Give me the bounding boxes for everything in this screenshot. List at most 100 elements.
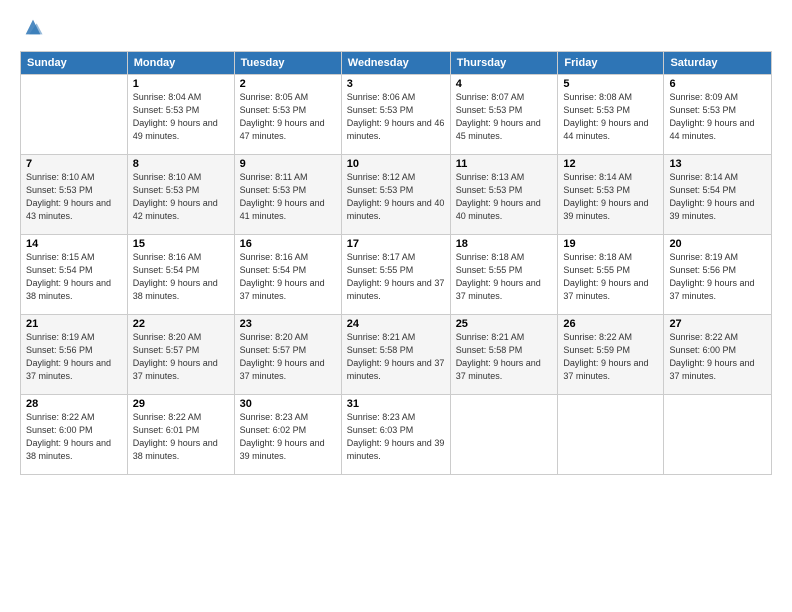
calendar-cell: 20Sunrise: 8:19 AM Sunset: 5:56 PM Dayli… <box>664 235 772 315</box>
weekday-header-sunday: Sunday <box>21 52 128 75</box>
calendar-cell: 7Sunrise: 8:10 AM Sunset: 5:53 PM Daylig… <box>21 155 128 235</box>
day-info: Sunrise: 8:05 AM Sunset: 5:53 PM Dayligh… <box>240 91 336 143</box>
calendar-cell: 11Sunrise: 8:13 AM Sunset: 5:53 PM Dayli… <box>450 155 558 235</box>
calendar-cell: 3Sunrise: 8:06 AM Sunset: 5:53 PM Daylig… <box>341 75 450 155</box>
day-number: 6 <box>669 78 766 90</box>
day-info: Sunrise: 8:19 AM Sunset: 5:56 PM Dayligh… <box>26 331 122 383</box>
weekday-header-friday: Friday <box>558 52 664 75</box>
day-info: Sunrise: 8:14 AM Sunset: 5:53 PM Dayligh… <box>563 171 658 223</box>
calendar-cell: 27Sunrise: 8:22 AM Sunset: 6:00 PM Dayli… <box>664 315 772 395</box>
day-number: 11 <box>456 158 553 170</box>
calendar-cell: 13Sunrise: 8:14 AM Sunset: 5:54 PM Dayli… <box>664 155 772 235</box>
day-number: 14 <box>26 238 122 250</box>
day-number: 25 <box>456 318 553 330</box>
day-number: 9 <box>240 158 336 170</box>
day-number: 30 <box>240 398 336 410</box>
weekday-header-thursday: Thursday <box>450 52 558 75</box>
day-number: 19 <box>563 238 658 250</box>
calendar-cell: 24Sunrise: 8:21 AM Sunset: 5:58 PM Dayli… <box>341 315 450 395</box>
calendar-cell: 18Sunrise: 8:18 AM Sunset: 5:55 PM Dayli… <box>450 235 558 315</box>
calendar-cell: 15Sunrise: 8:16 AM Sunset: 5:54 PM Dayli… <box>127 235 234 315</box>
calendar-cell <box>450 395 558 475</box>
day-info: Sunrise: 8:13 AM Sunset: 5:53 PM Dayligh… <box>456 171 553 223</box>
calendar-cell: 6Sunrise: 8:09 AM Sunset: 5:53 PM Daylig… <box>664 75 772 155</box>
day-info: Sunrise: 8:08 AM Sunset: 5:53 PM Dayligh… <box>563 91 658 143</box>
calendar-cell: 14Sunrise: 8:15 AM Sunset: 5:54 PM Dayli… <box>21 235 128 315</box>
weekday-header-saturday: Saturday <box>664 52 772 75</box>
calendar-cell: 2Sunrise: 8:05 AM Sunset: 5:53 PM Daylig… <box>234 75 341 155</box>
day-number: 29 <box>133 398 229 410</box>
day-info: Sunrise: 8:22 AM Sunset: 6:01 PM Dayligh… <box>133 411 229 463</box>
calendar-cell: 5Sunrise: 8:08 AM Sunset: 5:53 PM Daylig… <box>558 75 664 155</box>
day-number: 4 <box>456 78 553 90</box>
calendar-cell: 17Sunrise: 8:17 AM Sunset: 5:55 PM Dayli… <box>341 235 450 315</box>
day-info: Sunrise: 8:18 AM Sunset: 5:55 PM Dayligh… <box>563 251 658 303</box>
calendar-week-row: 7Sunrise: 8:10 AM Sunset: 5:53 PM Daylig… <box>21 155 772 235</box>
day-info: Sunrise: 8:22 AM Sunset: 5:59 PM Dayligh… <box>563 331 658 383</box>
calendar-cell: 9Sunrise: 8:11 AM Sunset: 5:53 PM Daylig… <box>234 155 341 235</box>
day-number: 31 <box>347 398 445 410</box>
day-number: 5 <box>563 78 658 90</box>
calendar-cell: 8Sunrise: 8:10 AM Sunset: 5:53 PM Daylig… <box>127 155 234 235</box>
calendar-cell: 22Sunrise: 8:20 AM Sunset: 5:57 PM Dayli… <box>127 315 234 395</box>
day-number: 20 <box>669 238 766 250</box>
day-number: 17 <box>347 238 445 250</box>
day-number: 21 <box>26 318 122 330</box>
calendar-week-row: 1Sunrise: 8:04 AM Sunset: 5:53 PM Daylig… <box>21 75 772 155</box>
day-number: 2 <box>240 78 336 90</box>
calendar-cell: 25Sunrise: 8:21 AM Sunset: 5:58 PM Dayli… <box>450 315 558 395</box>
day-number: 13 <box>669 158 766 170</box>
calendar-cell <box>558 395 664 475</box>
weekday-header-row: SundayMondayTuesdayWednesdayThursdayFrid… <box>21 52 772 75</box>
calendar-cell: 26Sunrise: 8:22 AM Sunset: 5:59 PM Dayli… <box>558 315 664 395</box>
day-number: 22 <box>133 318 229 330</box>
day-info: Sunrise: 8:18 AM Sunset: 5:55 PM Dayligh… <box>456 251 553 303</box>
day-info: Sunrise: 8:16 AM Sunset: 5:54 PM Dayligh… <box>240 251 336 303</box>
day-number: 27 <box>669 318 766 330</box>
calendar-cell: 28Sunrise: 8:22 AM Sunset: 6:00 PM Dayli… <box>21 395 128 475</box>
weekday-header-tuesday: Tuesday <box>234 52 341 75</box>
calendar-cell: 12Sunrise: 8:14 AM Sunset: 5:53 PM Dayli… <box>558 155 664 235</box>
calendar-cell: 4Sunrise: 8:07 AM Sunset: 5:53 PM Daylig… <box>450 75 558 155</box>
day-number: 18 <box>456 238 553 250</box>
calendar-cell: 1Sunrise: 8:04 AM Sunset: 5:53 PM Daylig… <box>127 75 234 155</box>
day-info: Sunrise: 8:21 AM Sunset: 5:58 PM Dayligh… <box>456 331 553 383</box>
day-info: Sunrise: 8:23 AM Sunset: 6:02 PM Dayligh… <box>240 411 336 463</box>
weekday-header-monday: Monday <box>127 52 234 75</box>
day-number: 15 <box>133 238 229 250</box>
day-info: Sunrise: 8:15 AM Sunset: 5:54 PM Dayligh… <box>26 251 122 303</box>
calendar-cell <box>664 395 772 475</box>
logo <box>20 16 44 43</box>
calendar-cell: 16Sunrise: 8:16 AM Sunset: 5:54 PM Dayli… <box>234 235 341 315</box>
calendar-week-row: 28Sunrise: 8:22 AM Sunset: 6:00 PM Dayli… <box>21 395 772 475</box>
page: SundayMondayTuesdayWednesdayThursdayFrid… <box>0 0 792 612</box>
day-number: 16 <box>240 238 336 250</box>
day-number: 24 <box>347 318 445 330</box>
day-info: Sunrise: 8:20 AM Sunset: 5:57 PM Dayligh… <box>133 331 229 383</box>
day-info: Sunrise: 8:23 AM Sunset: 6:03 PM Dayligh… <box>347 411 445 463</box>
calendar-cell: 21Sunrise: 8:19 AM Sunset: 5:56 PM Dayli… <box>21 315 128 395</box>
calendar-cell: 30Sunrise: 8:23 AM Sunset: 6:02 PM Dayli… <box>234 395 341 475</box>
calendar-cell: 29Sunrise: 8:22 AM Sunset: 6:01 PM Dayli… <box>127 395 234 475</box>
calendar-cell <box>21 75 128 155</box>
calendar-cell: 23Sunrise: 8:20 AM Sunset: 5:57 PM Dayli… <box>234 315 341 395</box>
day-info: Sunrise: 8:21 AM Sunset: 5:58 PM Dayligh… <box>347 331 445 383</box>
day-info: Sunrise: 8:10 AM Sunset: 5:53 PM Dayligh… <box>26 171 122 223</box>
day-number: 28 <box>26 398 122 410</box>
day-info: Sunrise: 8:09 AM Sunset: 5:53 PM Dayligh… <box>669 91 766 143</box>
logo-icon <box>22 16 44 38</box>
calendar-cell: 31Sunrise: 8:23 AM Sunset: 6:03 PM Dayli… <box>341 395 450 475</box>
day-info: Sunrise: 8:20 AM Sunset: 5:57 PM Dayligh… <box>240 331 336 383</box>
day-info: Sunrise: 8:22 AM Sunset: 6:00 PM Dayligh… <box>26 411 122 463</box>
day-info: Sunrise: 8:19 AM Sunset: 5:56 PM Dayligh… <box>669 251 766 303</box>
day-info: Sunrise: 8:16 AM Sunset: 5:54 PM Dayligh… <box>133 251 229 303</box>
calendar-table: SundayMondayTuesdayWednesdayThursdayFrid… <box>20 51 772 475</box>
day-info: Sunrise: 8:17 AM Sunset: 5:55 PM Dayligh… <box>347 251 445 303</box>
day-number: 23 <box>240 318 336 330</box>
day-number: 3 <box>347 78 445 90</box>
calendar-cell: 10Sunrise: 8:12 AM Sunset: 5:53 PM Dayli… <box>341 155 450 235</box>
calendar-cell: 19Sunrise: 8:18 AM Sunset: 5:55 PM Dayli… <box>558 235 664 315</box>
day-number: 7 <box>26 158 122 170</box>
day-info: Sunrise: 8:06 AM Sunset: 5:53 PM Dayligh… <box>347 91 445 143</box>
day-number: 1 <box>133 78 229 90</box>
